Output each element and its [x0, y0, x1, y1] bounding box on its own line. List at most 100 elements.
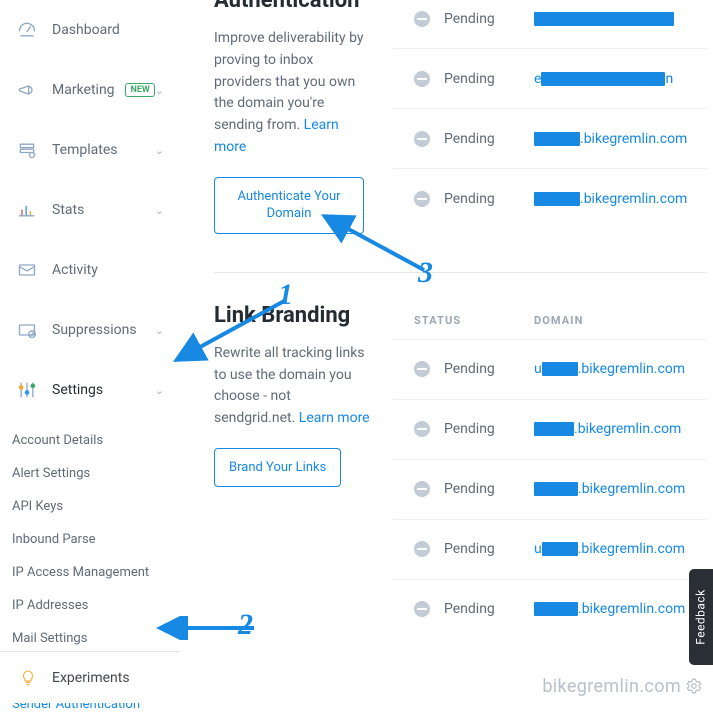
status-label: Pending: [444, 601, 495, 617]
domain-cell[interactable]: u .bikegremlin.com: [534, 541, 685, 557]
sidebar-item-label: Marketing: [52, 82, 119, 98]
table-row[interactable]: Pending: [392, 0, 709, 48]
status-label: Pending: [444, 131, 495, 147]
domain-cell[interactable]: .bikegremlin.com: [534, 481, 685, 497]
new-badge: NEW: [125, 83, 154, 97]
table-row[interactable]: Pending .bikegremlin.com: [392, 168, 709, 228]
redacted-text: [534, 602, 578, 616]
lightbulb-icon: [18, 668, 38, 688]
pending-status-icon: [414, 191, 430, 207]
sidebar-item-suppressions[interactable]: Suppressions ⌄: [0, 300, 180, 360]
megaphone-icon: [16, 79, 38, 101]
sidebar-item-label: Templates: [52, 142, 155, 158]
link-section-title: Link Branding: [214, 303, 374, 329]
main-content: Authentication Improve deliverability by…: [180, 0, 713, 703]
feedback-tab[interactable]: Feedback: [689, 569, 713, 665]
authenticate-domain-button[interactable]: Authenticate Your Domain: [214, 177, 364, 234]
chevron-down-icon: ⌄: [155, 384, 164, 397]
status-label: Pending: [444, 71, 495, 87]
status-cell: Pending: [414, 361, 534, 377]
redacted-text: [541, 72, 665, 86]
annotation-number-1: 1: [278, 278, 293, 312]
col-header-domain: DOMAIN: [534, 314, 583, 327]
table-row[interactable]: Pending .bikegremlin.com: [392, 579, 707, 639]
table-row[interactable]: Pending u .bikegremlin.com: [392, 519, 707, 579]
blocked-icon: [16, 319, 38, 341]
sidebar-item-settings[interactable]: Settings ⌄: [0, 360, 180, 420]
pending-status-icon: [414, 421, 430, 437]
mail-icon: [16, 259, 38, 281]
pending-status-icon: [414, 11, 430, 27]
subnav-item[interactable]: IP Addresses: [0, 589, 180, 622]
sidebar-item-stats[interactable]: Stats ⌄: [0, 180, 180, 240]
annotation-number-3: 3: [418, 256, 433, 290]
sliders-icon: [16, 379, 38, 401]
redacted-text: [534, 12, 674, 26]
subnav-item[interactable]: Alert Settings: [0, 457, 180, 490]
table-row[interactable]: Pending .bikegremlin.com: [392, 459, 707, 519]
bar-chart-icon: [16, 199, 38, 221]
redacted-text: [534, 422, 574, 436]
speedometer-icon: [16, 19, 38, 41]
sidebar-item-label: Settings: [52, 382, 155, 398]
pending-status-icon: [414, 541, 430, 557]
chevron-down-icon: ⌄: [155, 84, 164, 97]
pending-status-icon: [414, 131, 430, 147]
watermark: bikegremlin.com: [542, 676, 703, 697]
status-label: Pending: [444, 541, 495, 557]
brand-links-button[interactable]: Brand Your Links: [214, 448, 341, 488]
domain-cell[interactable]: .bikegremlin.com: [534, 131, 687, 147]
annotation-number-2: 2: [238, 608, 253, 642]
domain-cell[interactable]: [534, 12, 674, 26]
sidebar-item-marketing[interactable]: Marketing NEW ⌄: [0, 60, 180, 120]
sidebar-item-templates[interactable]: Templates ⌄: [0, 120, 180, 180]
table-row[interactable]: Pending u .bikegremlin.com: [392, 339, 707, 399]
chevron-down-icon: ⌄: [155, 204, 164, 217]
domain-cell[interactable]: u .bikegremlin.com: [534, 361, 685, 377]
domain-cell[interactable]: .bikegremlin.com: [534, 601, 685, 617]
chevron-down-icon: ⌄: [155, 324, 164, 337]
sidebar-item-activity[interactable]: Activity: [0, 240, 180, 300]
subnav-item[interactable]: Inbound Parse: [0, 523, 180, 556]
experiments-label: Experiments: [52, 670, 130, 686]
sidebar-item-label: Stats: [52, 202, 155, 218]
link-section-desc: Rewrite all tracking links to use the do…: [214, 343, 374, 430]
pending-status-icon: [414, 71, 430, 87]
gear-icon: [685, 677, 703, 695]
status-label: Pending: [444, 481, 495, 497]
pending-status-icon: [414, 481, 430, 497]
auth-section-desc: Improve deliverability by proving to inb…: [214, 28, 374, 158]
status-label: Pending: [444, 421, 495, 437]
status-cell: Pending: [414, 11, 534, 27]
status-label: Pending: [444, 11, 495, 27]
status-label: Pending: [444, 191, 495, 207]
redacted-text: [534, 192, 580, 206]
subnav-item[interactable]: Account Details: [0, 424, 180, 457]
status-cell: Pending: [414, 481, 534, 497]
table-row[interactable]: Pending .bikegremlin.com: [392, 399, 707, 459]
redacted-text: [542, 542, 578, 556]
status-cell: Pending: [414, 191, 534, 207]
redacted-text: [534, 132, 580, 146]
status-label: Pending: [444, 361, 495, 377]
col-header-status: STATUS: [414, 314, 534, 327]
table-header: STATUS DOMAIN: [392, 303, 707, 339]
status-cell: Pending: [414, 131, 534, 147]
link-learn-more-link[interactable]: Learn more: [299, 410, 370, 426]
pending-status-icon: [414, 601, 430, 617]
section-divider: [214, 272, 707, 273]
auth-section-title: Authentication: [214, 0, 374, 14]
sidebar-item-label: Activity: [52, 262, 164, 278]
subnav-item[interactable]: IP Access Management: [0, 556, 180, 589]
table-row[interactable]: Pending e n: [392, 48, 709, 108]
table-row[interactable]: Pending .bikegremlin.com: [392, 108, 709, 168]
sidebar-item-dashboard[interactable]: Dashboard: [0, 0, 180, 60]
sidebar-item-label: Suppressions: [52, 322, 155, 338]
subnav-item[interactable]: API Keys: [0, 490, 180, 523]
domain-cell[interactable]: e n: [534, 71, 673, 87]
sidebar-bottom-item[interactable]: Experiments: [0, 651, 180, 703]
domain-cell[interactable]: .bikegremlin.com: [534, 421, 681, 437]
layers-icon: [16, 139, 38, 161]
sidebar: Dashboard Marketing NEW ⌄ Templates ⌄ St…: [0, 0, 180, 703]
domain-cell[interactable]: .bikegremlin.com: [534, 191, 687, 207]
